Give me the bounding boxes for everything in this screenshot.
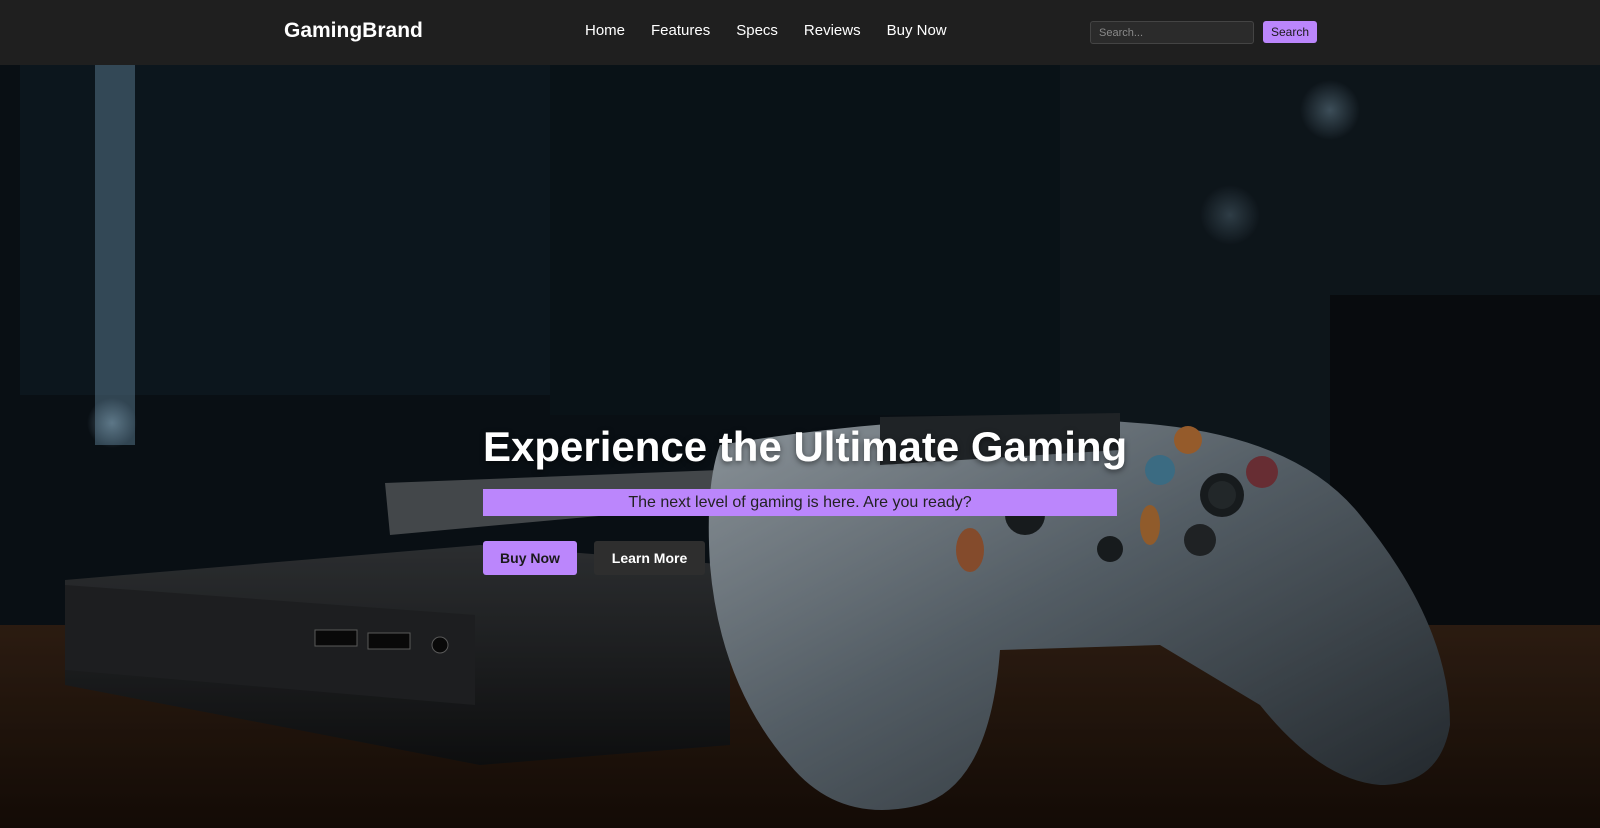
nav-item-buy-now: Buy Now xyxy=(887,22,947,40)
nav-link-specs[interactable]: Specs xyxy=(736,22,778,39)
nav-link-home[interactable]: Home xyxy=(585,22,625,39)
hero-subtitle: The next level of gaming is here. Are yo… xyxy=(483,489,1117,516)
hero-section: Experience the Ultimate Gaming The next … xyxy=(0,65,1600,828)
nav-link-features[interactable]: Features xyxy=(651,22,710,39)
search-button[interactable]: Search xyxy=(1263,21,1317,43)
nav-item-specs: Specs xyxy=(736,22,778,40)
nav-link-reviews[interactable]: Reviews xyxy=(804,22,861,39)
nav-item-features: Features xyxy=(651,22,710,40)
nav-item-home: Home xyxy=(585,22,625,40)
nav-link-buy-now[interactable]: Buy Now xyxy=(887,22,947,39)
nav-links: Home Features Specs Reviews Buy Now xyxy=(585,22,947,40)
buy-now-button[interactable]: Buy Now xyxy=(483,541,577,575)
brand-logo[interactable]: GamingBrand xyxy=(284,19,423,43)
nav-item-reviews: Reviews xyxy=(804,22,861,40)
navbar: GamingBrand Home Features Specs Reviews … xyxy=(0,0,1600,65)
hero-title: Experience the Ultimate Gaming xyxy=(483,423,1128,470)
search-input[interactable] xyxy=(1090,21,1254,44)
learn-more-button[interactable]: Learn More xyxy=(594,541,705,575)
